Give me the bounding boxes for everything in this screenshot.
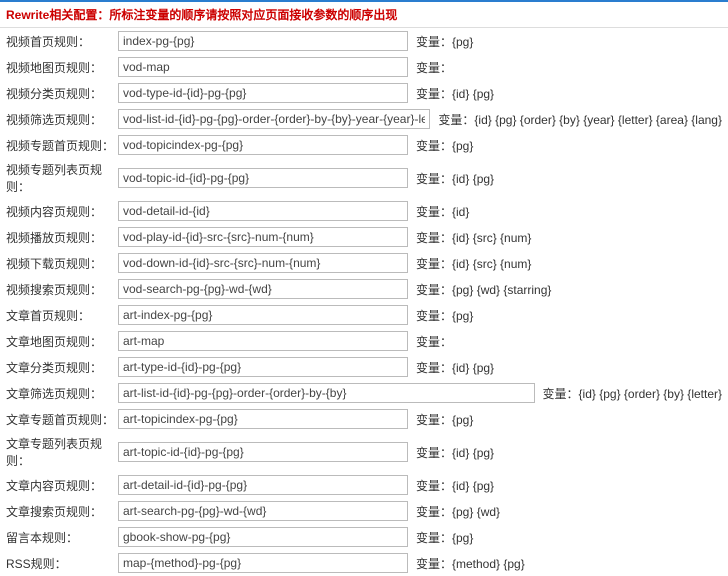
rule-label: 视频专题首页规则： xyxy=(6,137,118,154)
rule-label: 视频下载页规则： xyxy=(6,255,118,272)
rule-row: 文章分类页规则： 变量：{id} {pg} xyxy=(0,354,728,380)
rule-row: 留言本规则： 变量：{pg} xyxy=(0,524,728,550)
rule-vars: 变量：{id} {pg} xyxy=(416,359,494,376)
rule-label: 文章地图页规则： xyxy=(6,333,118,350)
rule-vars: 变量：{id} {pg} xyxy=(416,477,494,494)
rewrite-notice: Rewrite相关配置：所标注变量的顺序请按照对应页面接收参数的顺序出现 xyxy=(0,0,728,28)
rule-vars: 变量：{id} {pg} xyxy=(416,170,494,187)
rule-input[interactable] xyxy=(118,83,408,103)
rule-input[interactable] xyxy=(118,357,408,377)
rule-label: 视频播放页规则： xyxy=(6,229,118,246)
rule-input[interactable] xyxy=(118,501,408,521)
rule-row: 视频专题列表页规则： 变量：{id} {pg} xyxy=(0,158,728,198)
rule-input[interactable] xyxy=(118,527,408,547)
rule-label: 文章专题列表页规则： xyxy=(6,435,118,469)
rule-label: RSS规则： xyxy=(6,555,118,572)
rule-row: 视频下载页规则： 变量：{id} {src} {num} xyxy=(0,250,728,276)
rule-input[interactable] xyxy=(118,279,408,299)
rule-input[interactable] xyxy=(118,475,408,495)
rule-input[interactable] xyxy=(118,253,408,273)
rule-label: 文章内容页规则： xyxy=(6,477,118,494)
rule-row: 文章筛选页规则： 变量：{id} {pg} {order} {by} {lette… xyxy=(0,380,728,406)
rule-vars: 变量：{id} {pg} {order} {by} {letter} xyxy=(543,385,722,402)
rule-row: 视频播放页规则： 变量：{id} {src} {num} xyxy=(0,224,728,250)
rule-input[interactable] xyxy=(118,57,408,77)
rule-label: 视频内容页规则： xyxy=(6,203,118,220)
rule-vars: 变量：{id} {pg} xyxy=(416,444,494,461)
rule-row: 文章首页规则： 变量：{pg} xyxy=(0,302,728,328)
rule-input[interactable] xyxy=(118,331,408,351)
rule-row: 文章专题列表页规则： 变量：{id} {pg} xyxy=(0,432,728,472)
rule-vars: 变量：{id} xyxy=(416,203,469,220)
rule-row: 视频分类页规则： 变量：{id} {pg} xyxy=(0,80,728,106)
rule-vars: 变量： xyxy=(416,59,452,76)
rule-row: 视频内容页规则： 变量：{id} xyxy=(0,198,728,224)
rule-row: 文章地图页规则： 变量： xyxy=(0,328,728,354)
rule-label: 文章专题首页规则： xyxy=(6,411,118,428)
rule-label: 文章筛选页规则： xyxy=(6,385,118,402)
rule-label: 视频专题列表页规则： xyxy=(6,161,118,195)
rule-vars: 变量：{pg} {wd} xyxy=(416,503,500,520)
rule-row: 视频首页规则： 变量：{pg} xyxy=(0,28,728,54)
rule-input[interactable] xyxy=(118,135,408,155)
rule-label: 视频搜索页规则： xyxy=(6,281,118,298)
rule-row: 文章搜索页规则： 变量：{pg} {wd} xyxy=(0,498,728,524)
rule-row: RSS规则： 变量：{method} {pg} xyxy=(0,550,728,576)
rule-vars: 变量：{pg} xyxy=(416,529,473,546)
rule-row: 文章专题首页规则： 变量：{pg} xyxy=(0,406,728,432)
rule-label: 视频分类页规则： xyxy=(6,85,118,102)
rule-vars: 变量：{id} {pg} xyxy=(416,85,494,102)
rule-row: 视频地图页规则： 变量： xyxy=(0,54,728,80)
rule-vars: 变量：{pg} xyxy=(416,411,473,428)
rule-input[interactable] xyxy=(118,409,408,429)
rule-label: 视频地图页规则： xyxy=(6,59,118,76)
rule-vars: 变量：{pg} xyxy=(416,137,473,154)
rule-input[interactable] xyxy=(118,227,408,247)
rule-label: 文章首页规则： xyxy=(6,307,118,324)
rule-row: 视频专题首页规则： 变量：{pg} xyxy=(0,132,728,158)
rule-vars: 变量： xyxy=(416,333,452,350)
rule-input[interactable] xyxy=(118,383,535,403)
rule-vars: 变量：{pg} xyxy=(416,33,473,50)
rule-vars: 变量：{pg} {wd} {starring} xyxy=(416,281,551,298)
rule-label: 视频筛选页规则： xyxy=(6,111,118,128)
rule-label: 文章分类页规则： xyxy=(6,359,118,376)
rule-input[interactable] xyxy=(118,305,408,325)
rules-list: 视频首页规则： 变量：{pg} 视频地图页规则： 变量： 视频分类页规则： 变量：{id}… xyxy=(0,28,728,576)
rule-label: 视频首页规则： xyxy=(6,33,118,50)
rule-input[interactable] xyxy=(118,553,408,573)
rule-row: 视频筛选页规则： 变量：{id} {pg} {order} {by} {year}… xyxy=(0,106,728,132)
rule-input[interactable] xyxy=(118,109,430,129)
rule-vars: 变量：{id} {pg} {order} {by} {year} {letter… xyxy=(438,111,722,128)
rule-row: 文章内容页规则： 变量：{id} {pg} xyxy=(0,472,728,498)
rule-input[interactable] xyxy=(118,201,408,221)
rule-label: 留言本规则： xyxy=(6,529,118,546)
rule-input[interactable] xyxy=(118,168,408,188)
rule-input[interactable] xyxy=(118,442,408,462)
rule-vars: 变量：{id} {src} {num} xyxy=(416,255,531,272)
rule-input[interactable] xyxy=(118,31,408,51)
rule-vars: 变量：{id} {src} {num} xyxy=(416,229,531,246)
rule-label: 文章搜索页规则： xyxy=(6,503,118,520)
rule-vars: 变量：{pg} xyxy=(416,307,473,324)
rule-vars: 变量：{method} {pg} xyxy=(416,555,525,572)
rule-row: 视频搜索页规则： 变量：{pg} {wd} {starring} xyxy=(0,276,728,302)
